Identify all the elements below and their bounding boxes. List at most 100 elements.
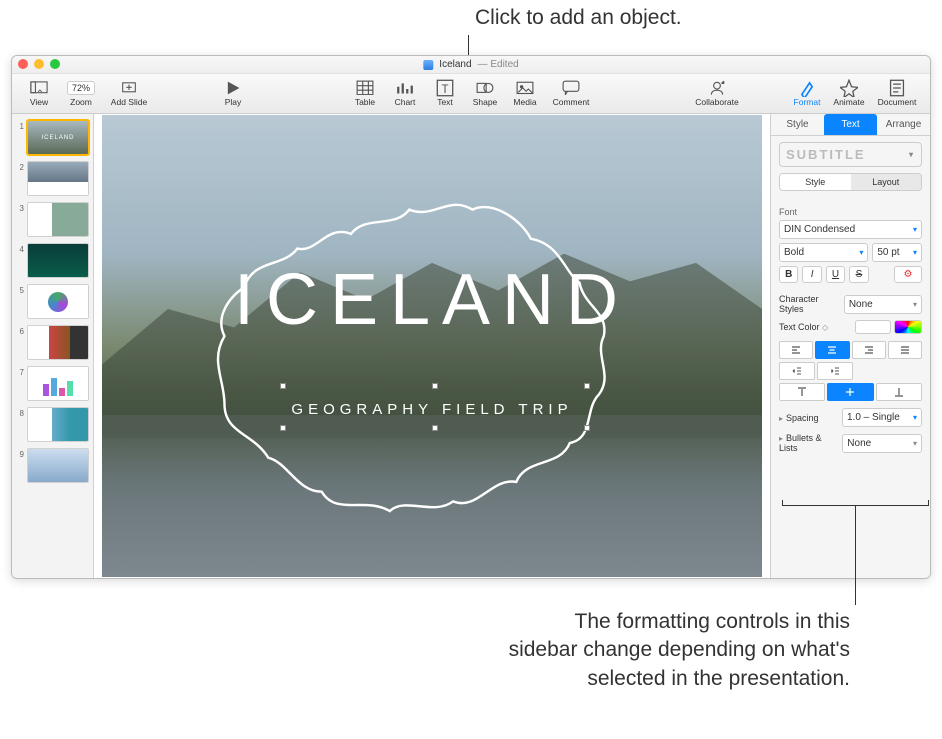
align-right-button[interactable]	[852, 341, 886, 359]
callout-line-b-v	[855, 505, 856, 605]
collaborate-button[interactable]: Collaborate	[692, 81, 742, 107]
spacing-value: 1.0 – Single	[847, 412, 900, 423]
slide-subtitle[interactable]: GEOGRAPHY FIELD TRIP	[291, 401, 572, 418]
slide-thumb[interactable]	[27, 243, 89, 278]
iceland-map-outline	[155, 161, 683, 531]
slide-thumb[interactable]	[27, 325, 89, 360]
slide-number: 3	[16, 202, 24, 213]
chart-icon	[396, 81, 414, 95]
selection-handle[interactable]	[584, 383, 590, 389]
slide-thumb[interactable]: ICELAND	[27, 120, 89, 155]
slide-number: 7	[16, 366, 24, 377]
zoom-button[interactable]: 72% Zoom	[62, 81, 100, 107]
play-button[interactable]: Play	[214, 81, 252, 107]
minimize-icon[interactable]	[34, 59, 44, 69]
tab-text[interactable]: Text	[824, 114, 877, 135]
slide-canvas[interactable]: ICELAND GEOGRAPHY FIELD TRIP	[94, 114, 770, 578]
document-button[interactable]: Document	[872, 81, 922, 107]
selection-handle[interactable]	[584, 425, 590, 431]
valign-middle-button[interactable]	[827, 383, 873, 401]
document-status: — Edited	[478, 59, 519, 70]
comment-icon	[562, 81, 580, 95]
character-styles-label: Character Styles	[779, 294, 844, 314]
color-picker-button[interactable]	[894, 320, 922, 334]
slide-thumb[interactable]	[27, 284, 89, 319]
slide-title[interactable]: ICELAND	[234, 259, 630, 341]
valign-bottom-button[interactable]	[876, 383, 922, 401]
selection-handle[interactable]	[280, 383, 286, 389]
slide-navigator[interactable]: 1ICELAND 2 3 4 5 6 7 8 9	[12, 114, 94, 578]
text-color-well[interactable]	[855, 320, 891, 334]
view-button[interactable]: View	[20, 81, 58, 107]
chevron-right-icon[interactable]: ▸	[779, 414, 783, 423]
add-slide-icon	[120, 81, 138, 95]
bold-button[interactable]: B	[779, 266, 798, 283]
valign-top-button[interactable]	[779, 383, 825, 401]
slide-thumb[interactable]	[27, 407, 89, 442]
selection-handle[interactable]	[432, 383, 438, 389]
font-family-select[interactable]: DIN Condensed	[779, 220, 922, 239]
toolbar: View 72% Zoom Add Slide Play Table Chart	[12, 74, 930, 114]
font-family-value: DIN Condensed	[784, 224, 855, 235]
spacing-select[interactable]: 1.0 – Single	[842, 408, 922, 427]
maximize-icon[interactable]	[50, 59, 60, 69]
paragraph-style-select[interactable]: SUBTITLE	[779, 142, 922, 167]
font-weight-select[interactable]: Bold	[779, 243, 868, 262]
slide-thumb[interactable]	[27, 448, 89, 483]
slide-main: ICELAND GEOGRAPHY FIELD TRIP	[102, 115, 762, 577]
bullets-select[interactable]: None▾	[842, 434, 922, 453]
chevron-right-icon[interactable]: ▸	[779, 434, 783, 443]
bullets-label: Bullets & Lists	[779, 433, 822, 453]
zoom-value: 72%	[67, 81, 95, 95]
font-size-field[interactable]: 50 pt	[872, 243, 922, 262]
align-center-button[interactable]	[815, 341, 849, 359]
slide-thumb[interactable]	[27, 366, 89, 401]
selection-handle[interactable]	[432, 425, 438, 431]
bullets-value: None	[847, 438, 871, 449]
view-label: View	[30, 97, 48, 107]
seg-layout[interactable]: Layout	[851, 174, 922, 190]
annotation-bottom: The formatting controls in this sidebar …	[500, 608, 850, 693]
document-title: Iceland — Edited	[423, 59, 518, 70]
format-button[interactable]: Format	[788, 81, 826, 107]
outdent-button[interactable]	[779, 362, 815, 380]
table-button[interactable]: Table	[346, 81, 384, 107]
view-icon	[30, 81, 48, 95]
animate-button[interactable]: Animate	[830, 81, 868, 107]
workspace: 1ICELAND 2 3 4 5 6 7 8 9 ICELAND GEOGRAP…	[12, 114, 930, 578]
seg-style[interactable]: Style	[780, 174, 851, 190]
strikethrough-button[interactable]: S	[849, 266, 868, 283]
indent-button[interactable]	[817, 362, 853, 380]
slide-number: 8	[16, 407, 24, 418]
callout-tick-br	[928, 500, 929, 505]
slide-number: 2	[16, 161, 24, 172]
tab-style[interactable]: Style	[771, 114, 824, 135]
character-styles-value: None	[849, 299, 873, 310]
table-label: Table	[355, 97, 375, 107]
tab-arrange[interactable]: Arrange	[877, 114, 930, 135]
slide-thumb[interactable]	[27, 202, 89, 237]
annotation-top: Click to add an object.	[475, 4, 735, 32]
table-icon	[356, 81, 374, 95]
close-icon[interactable]	[18, 59, 28, 69]
slide-number: 5	[16, 284, 24, 295]
text-button[interactable]: T Text	[426, 81, 464, 107]
slide-thumb[interactable]	[27, 161, 89, 196]
slide-number: 1	[16, 120, 24, 131]
media-button[interactable]: Media	[506, 81, 544, 107]
underline-button[interactable]: U	[826, 266, 845, 283]
comment-button[interactable]: Comment	[546, 81, 596, 107]
advanced-options-button[interactable]: ⚙︎	[894, 266, 922, 283]
shape-label: Shape	[473, 97, 498, 107]
add-slide-button[interactable]: Add Slide	[104, 81, 154, 107]
add-slide-label: Add Slide	[111, 97, 147, 107]
italic-button[interactable]: I	[802, 266, 821, 283]
chart-button[interactable]: Chart	[386, 81, 424, 107]
character-styles-select[interactable]: None▾	[844, 295, 922, 314]
document-icon	[423, 60, 433, 70]
align-left-button[interactable]	[779, 341, 813, 359]
shape-button[interactable]: Shape	[466, 81, 504, 107]
align-justify-button[interactable]	[888, 341, 922, 359]
selection-handle[interactable]	[280, 425, 286, 431]
format-label: Format	[794, 97, 821, 107]
